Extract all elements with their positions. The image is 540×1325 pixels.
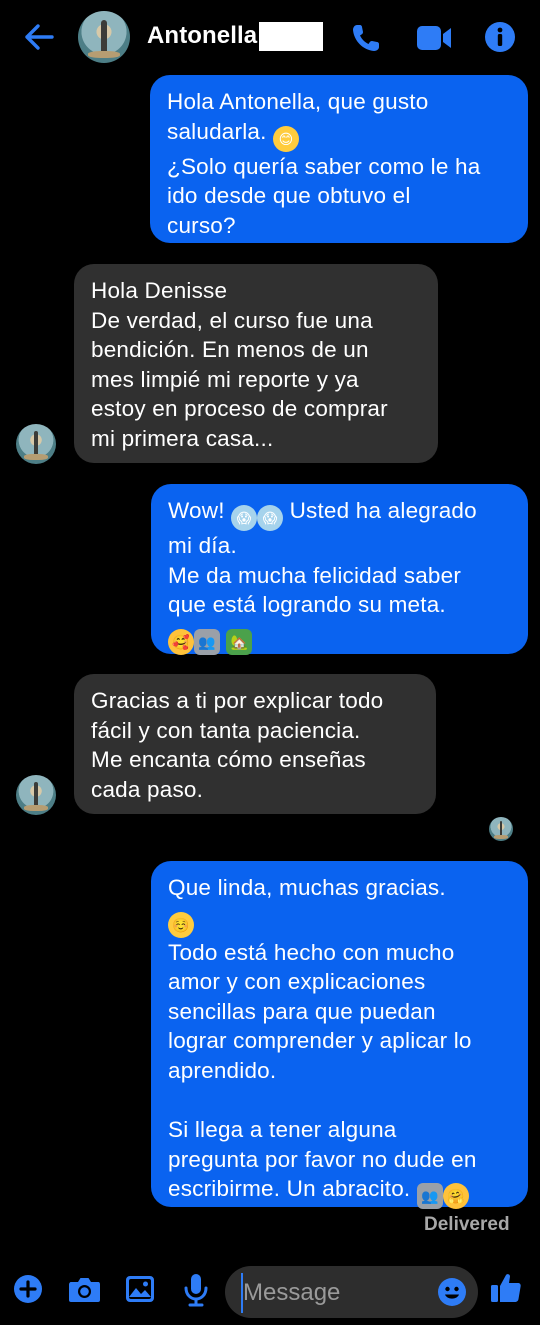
redaction-box	[259, 22, 323, 51]
message-composer-bar	[0, 1260, 540, 1325]
message-text: Todo está hecho con mucho amor y con exp…	[168, 939, 477, 1202]
contact-name[interactable]: Antonella	[147, 22, 257, 50]
contact-avatar[interactable]	[78, 11, 130, 63]
add-icon[interactable]	[13, 1274, 43, 1304]
contact-avatar-small[interactable]	[16, 775, 56, 815]
smiling-hearts-emoji-icon: 🥰	[168, 628, 194, 655]
delivered-status: Delivered	[424, 1214, 510, 1235]
message-bubble-incoming[interactable]: Hola Denisse De verdad, el curso fue una…	[74, 264, 438, 463]
hugging-face-emoji-icon: 🤗	[442, 1183, 469, 1210]
message-text: ¿Solo quería saber como le ha ido desde …	[167, 153, 481, 238]
message-text: Gracias a ti por explicar todo fácil y c…	[91, 688, 384, 802]
seen-receipt-avatar	[489, 817, 513, 841]
house-emoji-icon: 🏡	[226, 628, 253, 655]
message-bubble-outgoing[interactable]: Wow! 😱 😱 Usted ha alegrado mi día. Me da …	[151, 484, 528, 655]
message-text: Wow!	[168, 498, 225, 523]
smiling-face-emoji-icon: 😊	[273, 125, 300, 152]
message-text: Usted ha alegrado	[289, 498, 477, 523]
people-emoji-icon: 👥	[416, 1183, 443, 1210]
emoji-icon[interactable]	[437, 1277, 467, 1307]
message-input[interactable]	[241, 1273, 435, 1313]
microphone-icon[interactable]	[183, 1273, 209, 1307]
message-bubble-outgoing[interactable]: Hola Antonella, que gusto saludarla. 😊 ¿…	[150, 75, 528, 243]
back-arrow-icon[interactable]	[22, 22, 56, 52]
video-icon[interactable]	[416, 24, 452, 52]
people-emoji-icon: 👥	[194, 628, 220, 655]
camera-icon[interactable]	[68, 1276, 101, 1303]
screaming-face-emoji-icon: 😱	[231, 505, 258, 531]
message-bubble-outgoing[interactable]: Que linda, muchas gracias. ☺️ Todo está …	[151, 861, 528, 1210]
gallery-icon[interactable]	[125, 1275, 155, 1303]
message-text: Que linda, muchas gracias.	[168, 875, 446, 900]
info-icon[interactable]	[484, 21, 516, 53]
screaming-face-emoji-icon: 😱	[257, 505, 284, 531]
thumbs-up-icon[interactable]	[490, 1272, 522, 1304]
message-bubble-incoming[interactable]: Gracias a ti por explicar todo fácil y c…	[74, 674, 436, 814]
message-input-container	[225, 1266, 478, 1318]
phone-icon[interactable]	[350, 22, 382, 54]
message-text: Hola Denisse De verdad, el curso fue una…	[91, 278, 388, 451]
contact-avatar-small[interactable]	[16, 424, 56, 464]
message-text: mi día. Me da mucha felicidad saber que …	[168, 533, 462, 618]
smiling-face-emoji-icon: ☺️	[168, 911, 194, 938]
chat-header: Antonella	[0, 0, 540, 74]
